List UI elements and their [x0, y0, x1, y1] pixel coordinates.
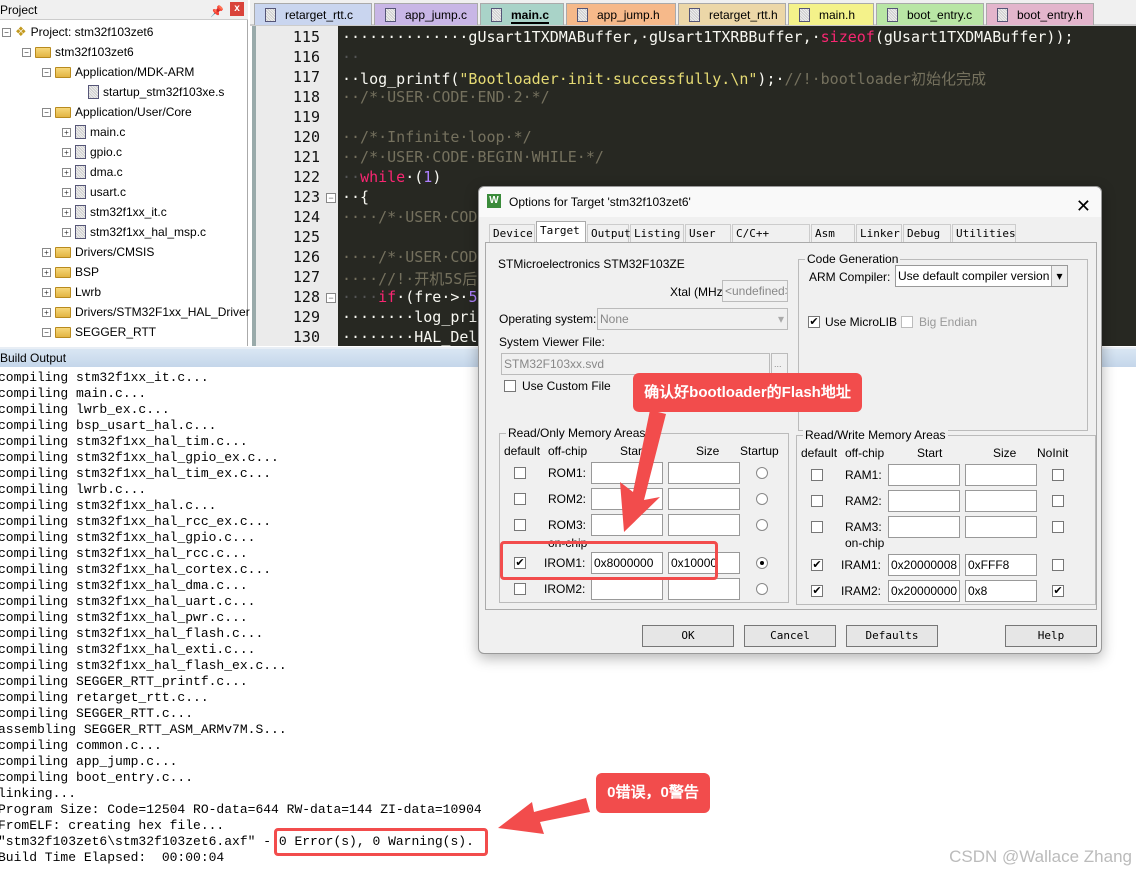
- watermark: CSDN @Wallace Zhang: [949, 847, 1132, 866]
- result-callout: 0错误，0警告: [596, 773, 710, 813]
- arrow-to-irom1: [620, 410, 666, 532]
- annotation-arrows: [498, 410, 666, 834]
- flash-address-callout: 确认好bootloader的Flash地址: [633, 373, 862, 412]
- arrow-to-result: [498, 798, 590, 834]
